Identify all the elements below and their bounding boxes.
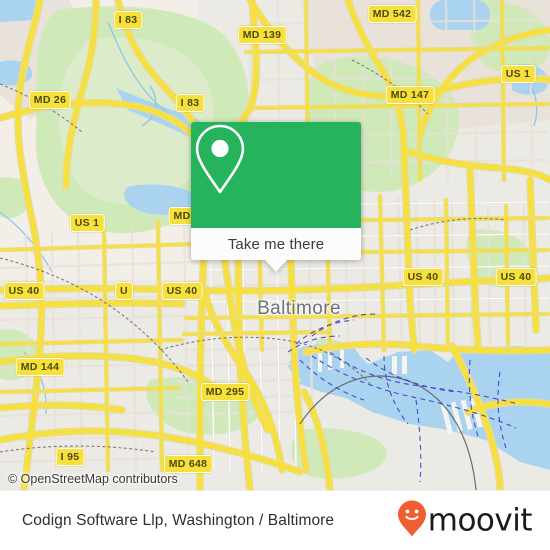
moovit-wordmark: moovit: [427, 502, 533, 538]
road-shield: MD 648: [163, 455, 213, 473]
road-shield: US 40: [3, 282, 45, 300]
footer-bar: Codign Software Llp, Washington / Baltim…: [0, 490, 550, 550]
road-shield: MD 295: [200, 383, 250, 401]
take-me-there-label: Take me there: [227, 235, 325, 253]
road-shield: US 1: [500, 65, 536, 83]
road-shield: US 40: [161, 282, 203, 300]
road-shield: MD 26: [28, 91, 72, 109]
popup-footer[interactable]: Take me there: [191, 228, 361, 272]
moovit-logo[interactable]: moovit: [397, 499, 533, 542]
road-shield: MD 139: [237, 26, 287, 44]
road-shield: MD 144: [15, 358, 65, 376]
road-shield: I 83: [113, 11, 143, 29]
moovit-smiling-pin-icon: [397, 499, 427, 542]
map-canvas[interactable]: .pk { fill:#cfe9b9; } .pk2 { fill:#dcecc…: [0, 0, 550, 490]
popup-header: [191, 122, 361, 228]
screenshot-root: .pk { fill:#cfe9b9; } .pk2 { fill:#dcecc…: [0, 0, 550, 550]
road-shield: US 1: [69, 214, 105, 232]
road-shield: US 40: [495, 268, 537, 286]
road-shield: I 95: [55, 448, 85, 466]
place-title: Codign Software Llp, Washington / Baltim…: [22, 511, 335, 529]
road-shield: MD 147: [385, 86, 435, 104]
road-shield: U: [115, 282, 133, 300]
osm-attribution[interactable]: © OpenStreetMap contributors: [8, 472, 178, 486]
road-shield: I 83: [175, 94, 205, 112]
location-popup-card[interactable]: Take me there: [191, 122, 361, 272]
road-shield: MD 542: [367, 5, 417, 23]
road-shield: US 40: [402, 268, 444, 286]
popup-tail-pointer: [265, 260, 287, 272]
